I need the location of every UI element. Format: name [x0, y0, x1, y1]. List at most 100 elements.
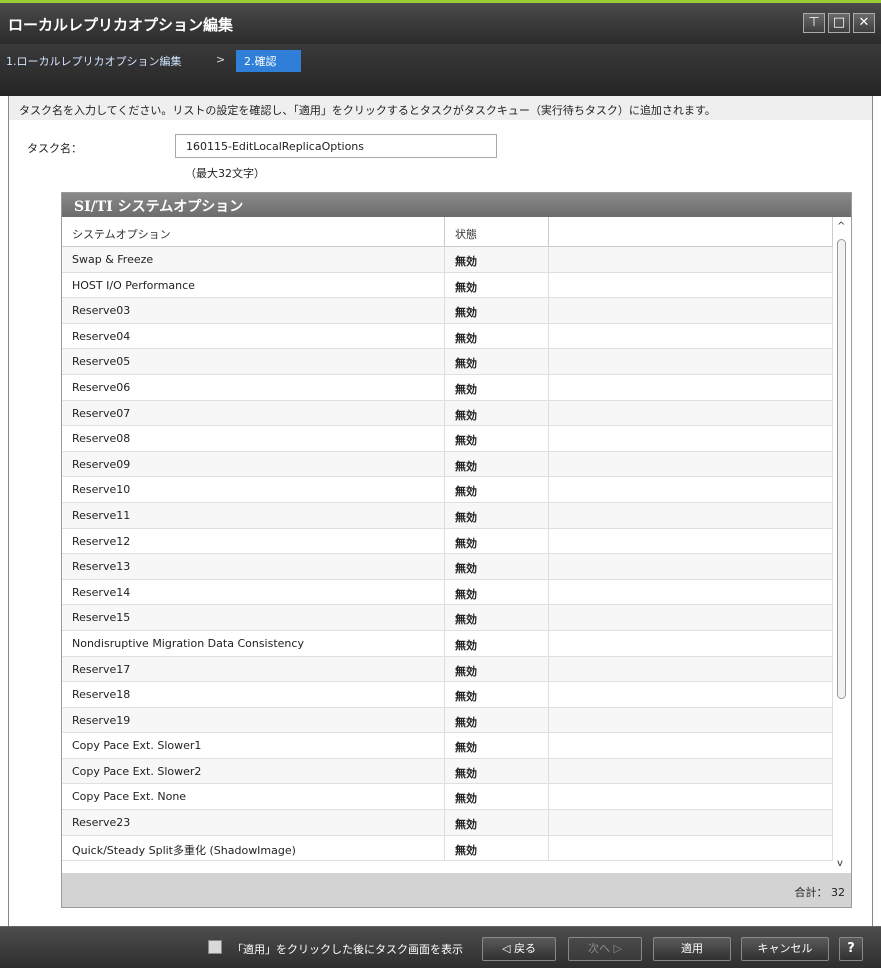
option-name-cell: Reserve06 — [62, 374, 445, 400]
task-name-hint: （最大32文字） — [185, 167, 265, 180]
status-cell: 無効 — [445, 298, 549, 323]
option-name-cell: Copy Pace Ext. Slower1 — [62, 733, 445, 758]
table-row[interactable]: Copy Pace Ext. Slower2 無効 — [62, 758, 851, 785]
table-row[interactable]: Quick/Steady Split多重化 (ShadowImage) 無効 — [62, 835, 851, 862]
table-row[interactable]: HOST I/O Performance 無効 — [62, 272, 851, 299]
option-name-cell: Quick/Steady Split多重化 (ShadowImage) — [62, 835, 445, 861]
blank-cell — [549, 374, 833, 400]
table-row[interactable]: Copy Pace Ext. None 無効 — [62, 784, 851, 811]
option-name-cell: Reserve17 — [62, 656, 445, 682]
option-name-cell: Reserve14 — [62, 579, 445, 605]
table-row[interactable]: Reserve04 無効 — [62, 323, 851, 350]
panel-title: SI/TI システムオプション — [62, 193, 851, 217]
table-row[interactable]: Reserve15 無効 — [62, 605, 851, 631]
status-cell: 無効 — [445, 758, 549, 784]
blank-cell — [549, 298, 833, 323]
option-name-cell: Nondisruptive Migration Data Consistency — [62, 630, 445, 656]
table-row[interactable]: Reserve18 無効 — [62, 682, 851, 708]
blank-cell — [549, 554, 833, 579]
status-cell: 無効 — [445, 451, 549, 477]
apply-button[interactable]: 適用 — [653, 937, 731, 961]
total-label: 合計： — [794, 886, 828, 899]
cancel-button[interactable]: キャンセル — [741, 937, 829, 961]
chevron-up-icon[interactable]: ^ — [837, 221, 845, 232]
pin-icon[interactable]: ⊤ — [803, 13, 825, 33]
option-name-cell: Reserve11 — [62, 502, 445, 528]
close-icon[interactable]: ✕ — [853, 13, 875, 33]
options-table: システムオプション 状態 Swap & Freeze 無効 HOST I/O Per… — [62, 217, 851, 873]
blank-cell — [549, 707, 833, 733]
status-cell: 無効 — [445, 374, 549, 400]
status-cell: 無効 — [445, 528, 549, 554]
total-count: 合計： 32 — [795, 884, 846, 900]
title-bar: ローカルレプリカオプション編集 ⊤ □ ✕ — [0, 0, 881, 44]
action-bar: 「適用」をクリックした後にタスク画面を表示 ◁ 戻る 次へ ▷ 適用 キャンセル… — [0, 926, 881, 968]
step-separator: > — [216, 53, 226, 66]
table-row[interactable]: Reserve11 無効 — [62, 502, 851, 529]
back-button[interactable]: ◁ 戻る — [482, 937, 556, 961]
table-row[interactable]: Nondisruptive Migration Data Consistency… — [62, 630, 851, 657]
table-row[interactable]: Reserve14 無効 — [62, 579, 851, 606]
step-edit-options[interactable]: 1.ローカルレプリカオプション編集 — [6, 53, 182, 69]
option-name-cell: Reserve07 — [62, 400, 445, 426]
status-cell: 無効 — [445, 733, 549, 758]
table-row[interactable]: Reserve10 無効 — [62, 477, 851, 503]
blank-cell — [549, 656, 833, 682]
table-row[interactable]: Reserve06 無効 — [62, 374, 851, 401]
status-cell: 無効 — [445, 656, 549, 682]
status-cell: 無効 — [445, 400, 549, 426]
column-header-option[interactable]: システムオプション — [62, 217, 445, 246]
system-options-panel: SI/TI システムオプション システムオプション 状態 Swap & Free… — [61, 192, 852, 908]
show-task-window-label[interactable]: 「適用」をクリックした後にタスク画面を表示 — [232, 941, 463, 957]
status-cell: 無効 — [445, 477, 549, 502]
table-row[interactable]: Reserve19 無効 — [62, 707, 851, 734]
table-row[interactable]: Copy Pace Ext. Slower1 無効 — [62, 733, 851, 759]
table-row[interactable]: Reserve03 無効 — [62, 298, 851, 324]
table-row[interactable]: Reserve13 無効 — [62, 554, 851, 580]
chevron-down-icon[interactable]: v — [837, 858, 843, 869]
table-row[interactable]: Reserve23 無効 — [62, 810, 851, 836]
option-name-cell: Reserve18 — [62, 682, 445, 707]
option-name-cell: Reserve04 — [62, 323, 445, 349]
status-cell: 無効 — [445, 784, 549, 810]
maximize-icon[interactable]: □ — [828, 13, 850, 33]
blank-cell — [549, 272, 833, 298]
window-controls: ⊤ □ ✕ — [803, 13, 875, 33]
status-cell: 無効 — [445, 707, 549, 733]
table-scrollbar[interactable]: ^ v — [833, 217, 851, 873]
blank-cell — [549, 784, 833, 810]
table-row[interactable]: Reserve17 無効 — [62, 656, 851, 683]
show-task-window-checkbox[interactable] — [208, 940, 222, 954]
blank-cell — [549, 579, 833, 605]
table-row[interactable]: Reserve08 無効 — [62, 426, 851, 452]
blank-cell — [549, 835, 833, 861]
status-cell: 無効 — [445, 554, 549, 579]
status-cell: 無効 — [445, 605, 549, 630]
task-name-input[interactable] — [175, 134, 497, 158]
table-row[interactable]: Reserve09 無効 — [62, 451, 851, 478]
option-name-cell: Reserve12 — [62, 528, 445, 554]
option-name-cell: Reserve10 — [62, 477, 445, 502]
table-row[interactable]: Reserve05 無効 — [62, 349, 851, 375]
table-row[interactable]: Swap & Freeze 無効 — [62, 247, 851, 273]
option-name-cell: Reserve13 — [62, 554, 445, 579]
blank-cell — [549, 323, 833, 349]
option-name-cell: Reserve03 — [62, 298, 445, 323]
blank-cell — [549, 502, 833, 528]
blank-cell — [549, 810, 833, 835]
status-cell: 無効 — [445, 426, 549, 451]
blank-cell — [549, 758, 833, 784]
status-cell: 無効 — [445, 579, 549, 605]
blank-cell — [549, 247, 833, 272]
blank-cell — [549, 451, 833, 477]
table-header: システムオプション 状態 — [62, 217, 851, 247]
scroll-thumb[interactable] — [837, 239, 846, 699]
column-header-blank — [549, 217, 833, 246]
wizard-steps: 1.ローカルレプリカオプション編集 > 2.確認 — [0, 44, 881, 96]
table-row[interactable]: Reserve07 無効 — [62, 400, 851, 427]
help-button[interactable]: ? — [839, 937, 863, 961]
table-row[interactable]: Reserve12 無効 — [62, 528, 851, 555]
blank-cell — [549, 477, 833, 502]
column-header-status[interactable]: 状態 — [445, 217, 549, 246]
blank-cell — [549, 400, 833, 426]
